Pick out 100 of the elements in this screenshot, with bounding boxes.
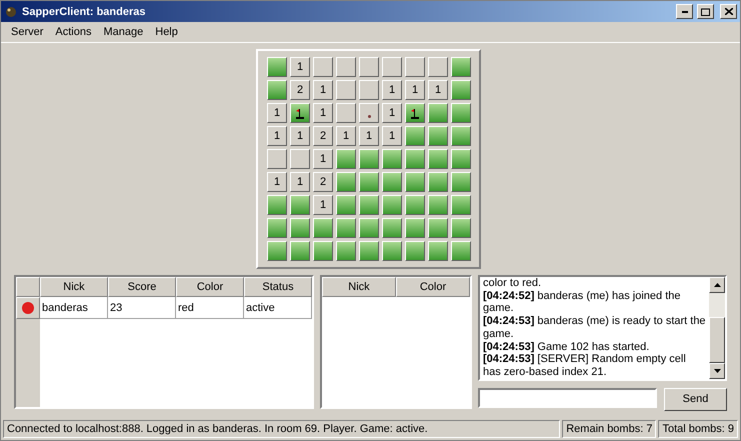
closed-cell[interactable] bbox=[359, 241, 379, 261]
open-cell[interactable]: 1 bbox=[313, 149, 333, 169]
closed-cell[interactable] bbox=[382, 172, 402, 192]
closed-cell[interactable] bbox=[267, 218, 287, 238]
closed-cell[interactable] bbox=[382, 241, 402, 261]
scroll-down-button[interactable] bbox=[709, 362, 725, 379]
menu-item[interactable]: Server bbox=[5, 26, 50, 38]
menu-item[interactable]: Actions bbox=[49, 26, 98, 38]
closed-cell[interactable] bbox=[405, 126, 425, 146]
closed-cell[interactable] bbox=[428, 172, 448, 192]
closed-cell[interactable] bbox=[336, 218, 356, 238]
closed-cell[interactable] bbox=[451, 80, 471, 100]
open-cell[interactable]: 1 bbox=[336, 126, 356, 146]
open-cell[interactable] bbox=[336, 80, 356, 100]
closed-cell[interactable] bbox=[428, 126, 448, 146]
closed-cell[interactable] bbox=[451, 241, 471, 261]
closed-cell[interactable] bbox=[290, 241, 310, 261]
closed-cell[interactable] bbox=[405, 218, 425, 238]
open-cell[interactable]: 1 bbox=[405, 80, 425, 100]
column-header[interactable]: Nick bbox=[322, 277, 396, 297]
closed-cell[interactable] bbox=[267, 80, 287, 100]
minimize-button[interactable] bbox=[676, 4, 693, 19]
maximize-button[interactable] bbox=[697, 4, 714, 19]
closed-cell[interactable] bbox=[451, 172, 471, 192]
closed-cell[interactable] bbox=[336, 172, 356, 192]
closed-cell[interactable] bbox=[405, 195, 425, 215]
scroll-thumb[interactable] bbox=[709, 317, 725, 363]
open-cell[interactable]: 1 bbox=[382, 126, 402, 146]
menu-item[interactable]: Help bbox=[149, 26, 184, 38]
closed-cell[interactable] bbox=[451, 126, 471, 146]
open-cell[interactable] bbox=[359, 80, 379, 100]
closed-cell[interactable] bbox=[451, 218, 471, 238]
open-cell[interactable] bbox=[428, 57, 448, 77]
open-cell[interactable]: 1 bbox=[313, 80, 333, 100]
closed-cell[interactable] bbox=[359, 218, 379, 238]
closed-cell[interactable] bbox=[405, 149, 425, 169]
closed-cell[interactable] bbox=[267, 195, 287, 215]
closed-cell[interactable] bbox=[336, 241, 356, 261]
closed-cell[interactable] bbox=[336, 195, 356, 215]
closed-cell[interactable] bbox=[382, 195, 402, 215]
closed-cell[interactable] bbox=[267, 57, 287, 77]
flagged-cell[interactable] bbox=[405, 103, 425, 123]
closed-cell[interactable] bbox=[382, 149, 402, 169]
closed-cell[interactable] bbox=[267, 241, 287, 261]
scroll-up-button[interactable] bbox=[709, 277, 725, 293]
closed-cell[interactable] bbox=[428, 218, 448, 238]
open-cell[interactable]: 1 bbox=[290, 172, 310, 192]
message-input[interactable] bbox=[478, 388, 657, 408]
closed-cell[interactable] bbox=[451, 57, 471, 77]
open-cell[interactable]: 1 bbox=[428, 80, 448, 100]
flagged-cell[interactable] bbox=[290, 103, 310, 123]
open-cell[interactable]: 1 bbox=[359, 126, 379, 146]
open-cell[interactable] bbox=[359, 57, 379, 77]
closed-cell[interactable] bbox=[428, 103, 448, 123]
closed-cell[interactable] bbox=[313, 218, 333, 238]
closed-cell[interactable] bbox=[382, 218, 402, 238]
open-cell[interactable]: 1 bbox=[267, 103, 287, 123]
closed-cell[interactable] bbox=[313, 241, 333, 261]
closed-cell[interactable] bbox=[451, 149, 471, 169]
open-cell[interactable]: 2 bbox=[313, 126, 333, 146]
closed-cell[interactable] bbox=[405, 241, 425, 261]
closed-cell[interactable] bbox=[451, 195, 471, 215]
column-header[interactable]: Nick bbox=[40, 277, 108, 297]
open-cell[interactable]: 1 bbox=[382, 103, 402, 123]
row-header[interactable] bbox=[16, 297, 40, 319]
closed-cell[interactable] bbox=[336, 149, 356, 169]
open-cell[interactable]: 1 bbox=[313, 195, 333, 215]
open-cell[interactable]: 1 bbox=[382, 80, 402, 100]
closed-cell[interactable] bbox=[359, 195, 379, 215]
open-cell[interactable]: 2 bbox=[290, 80, 310, 100]
open-cell[interactable] bbox=[313, 57, 333, 77]
column-header[interactable]: Score bbox=[108, 277, 176, 297]
closed-cell[interactable] bbox=[290, 195, 310, 215]
closed-cell[interactable] bbox=[451, 103, 471, 123]
open-cell[interactable] bbox=[359, 103, 379, 123]
column-header[interactable]: Color bbox=[396, 277, 470, 297]
column-header[interactable]: Color bbox=[176, 277, 244, 297]
open-cell[interactable] bbox=[336, 57, 356, 77]
open-cell[interactable]: 1 bbox=[267, 126, 287, 146]
column-header[interactable]: Status bbox=[244, 277, 312, 297]
closed-cell[interactable] bbox=[428, 241, 448, 261]
closed-cell[interactable] bbox=[359, 149, 379, 169]
open-cell[interactable] bbox=[382, 57, 402, 77]
send-button[interactable]: Send bbox=[664, 388, 727, 411]
open-cell[interactable] bbox=[290, 149, 310, 169]
closed-cell[interactable] bbox=[290, 218, 310, 238]
open-cell[interactable] bbox=[267, 149, 287, 169]
scrollbar[interactable] bbox=[709, 277, 725, 379]
menu-item[interactable]: Manage bbox=[97, 26, 150, 38]
open-cell[interactable]: 2 bbox=[313, 172, 333, 192]
closed-cell[interactable] bbox=[405, 172, 425, 192]
open-cell[interactable]: 1 bbox=[290, 57, 310, 77]
closed-cell[interactable] bbox=[428, 195, 448, 215]
open-cell[interactable]: 1 bbox=[313, 103, 333, 123]
close-button[interactable] bbox=[720, 4, 737, 19]
closed-cell[interactable] bbox=[428, 149, 448, 169]
open-cell[interactable]: 1 bbox=[290, 126, 310, 146]
open-cell[interactable]: 1 bbox=[267, 172, 287, 192]
open-cell[interactable] bbox=[336, 103, 356, 123]
open-cell[interactable] bbox=[405, 57, 425, 77]
